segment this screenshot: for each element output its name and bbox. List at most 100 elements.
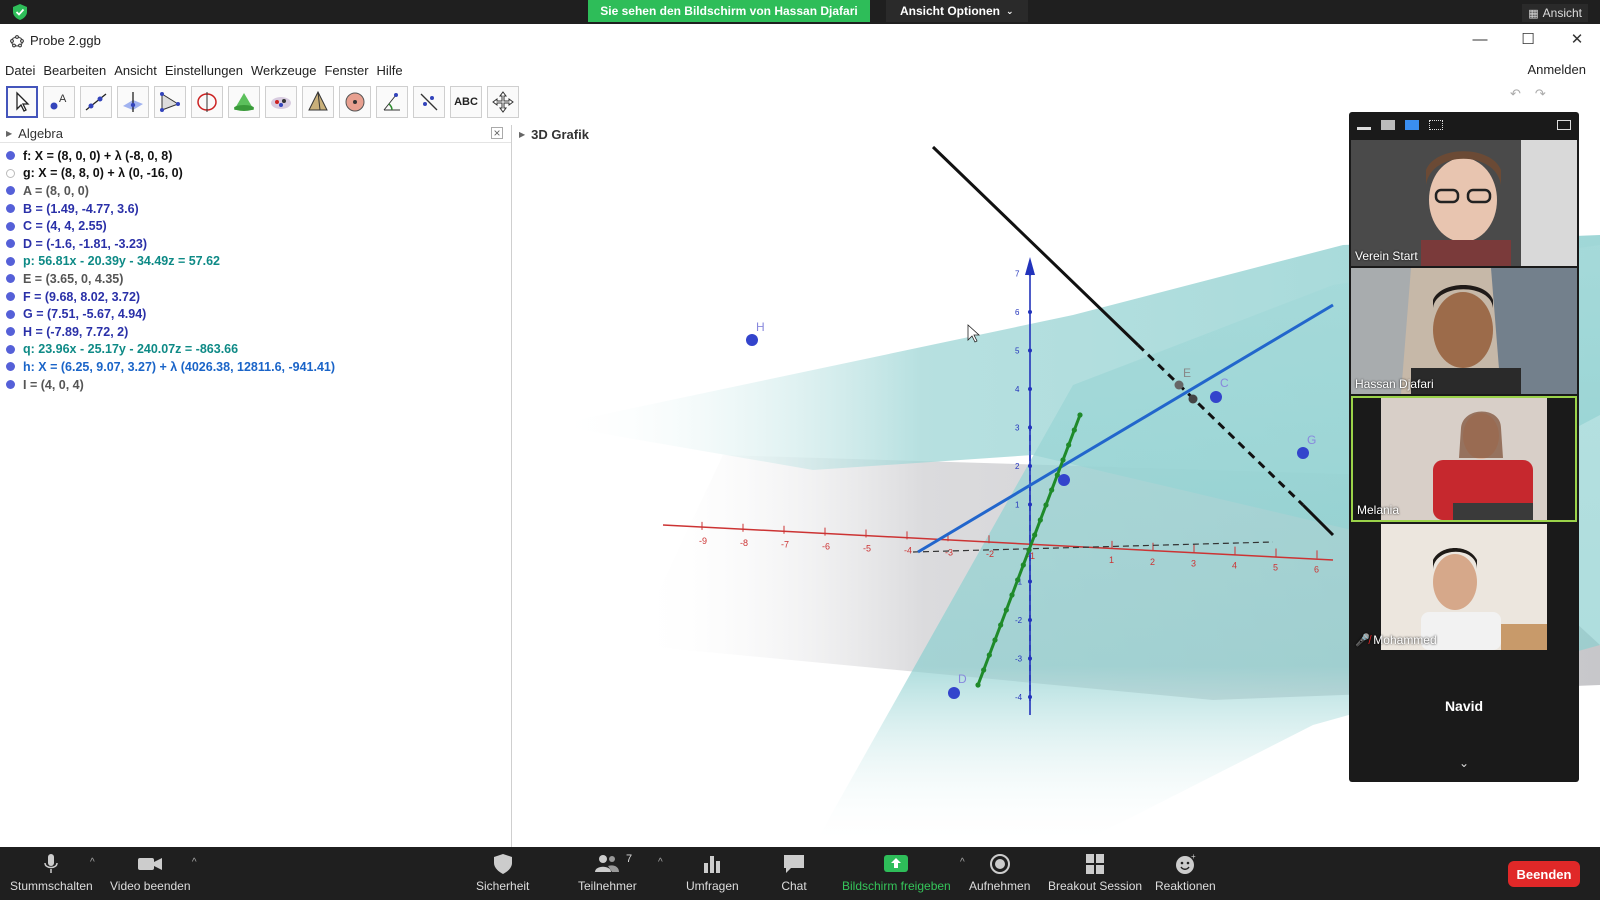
segment-dot <box>992 637 998 643</box>
undo-button[interactable]: ↶ <box>1510 86 1521 102</box>
participant-count: 7 <box>626 853 633 865</box>
visibility-toggle-icon[interactable] <box>6 168 15 178</box>
mute-button[interactable]: Stummschalten ^ <box>10 853 95 893</box>
chevron-up-icon[interactable]: ^ <box>960 857 965 868</box>
chat-button[interactable]: Chat <box>781 853 807 893</box>
menu-fenster[interactable]: Fenster <box>324 63 368 78</box>
chevron-up-icon[interactable]: ^ <box>658 857 663 868</box>
algebra-expression: g: X = (8, 8, 0) + λ (0, -16, 0) <box>23 166 183 181</box>
graphics-title: 3D Grafik <box>531 126 589 142</box>
close-algebra-icon[interactable]: × <box>491 127 503 139</box>
single-view-icon[interactable] <box>1381 120 1395 130</box>
menu-bearbeiten[interactable]: Bearbeiten <box>43 63 106 78</box>
menu-hilfe[interactable]: Hilfe <box>377 63 403 78</box>
tool-perpendicular[interactable] <box>117 86 149 118</box>
algebra-row[interactable]: h: X = (6.25, 9.07, 3.27) + λ (4026.38, … <box>0 358 511 376</box>
polls-button[interactable]: Umfragen <box>686 853 739 893</box>
visibility-toggle-icon[interactable] <box>6 274 15 284</box>
maximize-button[interactable]: ☐ <box>1513 30 1543 50</box>
tool-line[interactable] <box>80 86 112 118</box>
tool-circle[interactable] <box>191 86 223 118</box>
menu-datei[interactable]: Datei <box>5 63 35 78</box>
algebra-row[interactable]: F = (9.68, 8.02, 3.72) <box>0 288 511 306</box>
visibility-toggle-icon[interactable] <box>6 344 15 354</box>
tool-text[interactable]: ABC <box>450 86 482 118</box>
z-tick-label: 6 <box>1015 308 1020 317</box>
end-meeting-button[interactable]: Beenden <box>1508 861 1580 887</box>
participant-gallery: Verein Start Hassan Djafari Melania 🎤̸ M… <box>1349 112 1579 782</box>
tool-move[interactable] <box>6 86 38 118</box>
z-tick <box>1028 387 1032 391</box>
algebra-row[interactable]: C = (4, 4, 2.55) <box>0 217 511 235</box>
algebra-row[interactable]: H = (-7.89, 7.72, 2) <box>0 323 511 341</box>
algebra-row[interactable]: f: X = (8, 0, 0) + λ (-8, 0, 8) <box>0 147 511 165</box>
algebra-row[interactable]: q: 23.96x - 25.17y - 240.07z = -863.66 <box>0 341 511 359</box>
breakout-session-button[interactable]: Breakout Session <box>1048 853 1142 893</box>
tool-angle[interactable] <box>376 86 408 118</box>
strip-view-icon[interactable] <box>1405 120 1419 130</box>
visibility-toggle-icon[interactable] <box>6 151 15 161</box>
visibility-toggle-icon[interactable] <box>6 362 15 372</box>
scroll-down-chevron-icon[interactable]: ⌄ <box>1351 756 1577 770</box>
video-tile-no-video[interactable]: Navid ⌄ <box>1351 652 1577 778</box>
tool-reflect[interactable] <box>413 86 445 118</box>
visibility-toggle-icon[interactable] <box>6 186 15 196</box>
algebra-row[interactable]: I = (4, 0, 4) <box>0 376 511 394</box>
tool-polygon[interactable] <box>154 86 186 118</box>
menu-werkzeuge[interactable]: Werkzeuge <box>251 63 317 78</box>
video-tile-active-speaker[interactable]: Melania <box>1351 396 1577 522</box>
video-tile[interactable]: Verein Start <box>1351 140 1577 266</box>
visibility-toggle-icon[interactable] <box>6 292 15 302</box>
polls-label: Umfragen <box>686 879 739 893</box>
algebra-row[interactable]: G = (7.51, -5.67, 4.94) <box>0 305 511 323</box>
tool-plane[interactable] <box>265 86 297 118</box>
minimize-gallery-icon[interactable] <box>1357 126 1371 130</box>
algebra-row[interactable]: B = (1.49, -4.77, 3.6) <box>0 200 511 218</box>
close-window-button[interactable]: ✕ <box>1562 30 1592 50</box>
visibility-toggle-icon[interactable] <box>6 380 15 390</box>
tool-point[interactable]: A <box>43 86 75 118</box>
algebra-row[interactable]: g: X = (8, 8, 0) + λ (0, -16, 0) <box>0 165 511 183</box>
grid-view-icon[interactable] <box>1429 120 1443 130</box>
video-tile[interactable]: 🎤̸ Mohammed <box>1351 524 1577 650</box>
visibility-toggle-icon[interactable] <box>6 256 15 266</box>
video-label: Video beenden <box>110 879 191 893</box>
collapse-triangle-icon[interactable]: ▶ <box>519 130 525 139</box>
visibility-toggle-icon[interactable] <box>6 239 15 249</box>
algebra-row[interactable]: A = (8, 0, 0) <box>0 182 511 200</box>
visibility-toggle-icon[interactable] <box>6 327 15 337</box>
redo-button[interactable]: ↷ <box>1535 86 1546 102</box>
collapse-triangle-icon[interactable]: ▶ <box>6 129 12 138</box>
reactions-button[interactable]: + Reaktionen <box>1155 853 1216 893</box>
menu-ansicht[interactable]: Ansicht <box>114 63 157 78</box>
algebra-row[interactable]: p: 56.81x - 20.39y - 34.49z = 57.62 <box>0 253 511 271</box>
login-link[interactable]: Anmelden <box>1527 62 1586 77</box>
tool-move-view[interactable] <box>487 86 519 118</box>
visibility-toggle-icon[interactable] <box>6 221 15 231</box>
algebra-row[interactable]: D = (-1.6, -1.81, -3.23) <box>0 235 511 253</box>
record-button[interactable]: Aufnehmen <box>969 853 1030 893</box>
x-tick-label: 4 <box>1232 561 1237 571</box>
tool-pyramid[interactable] <box>302 86 334 118</box>
tool-intersect[interactable] <box>228 86 260 118</box>
chevron-up-icon[interactable]: ^ <box>90 857 95 868</box>
view-button[interactable]: ▦ Ansicht <box>1522 4 1588 22</box>
menu-einstellungen[interactable]: Einstellungen <box>165 63 243 78</box>
chevron-up-icon[interactable]: ^ <box>192 857 197 868</box>
stop-video-button[interactable]: Video beenden ^ <box>110 853 197 893</box>
video-tile[interactable]: Hassan Djafari <box>1351 268 1577 394</box>
security-button[interactable]: Sicherheit <box>476 853 529 893</box>
x-tick-label: 6 <box>1314 564 1319 574</box>
window-title: Probe 2.ggb <box>30 33 101 48</box>
x-tick-label: -7 <box>781 540 789 550</box>
share-screen-button[interactable]: Bildschirm freigeben ^ <box>842 853 965 893</box>
algebra-row[interactable]: E = (3.65, 0, 4.35) <box>0 270 511 288</box>
popout-icon[interactable] <box>1557 120 1571 130</box>
visibility-toggle-icon[interactable] <box>6 204 15 214</box>
x-tick-label: 5 <box>1273 563 1278 573</box>
tool-sphere[interactable] <box>339 86 371 118</box>
view-options-button[interactable]: Ansicht Optionen ⌄ <box>886 0 1028 22</box>
minimize-button[interactable]: — <box>1465 30 1495 50</box>
visibility-toggle-icon[interactable] <box>6 309 15 319</box>
participants-button[interactable]: Teilnehmer 7 ^ <box>578 853 663 893</box>
